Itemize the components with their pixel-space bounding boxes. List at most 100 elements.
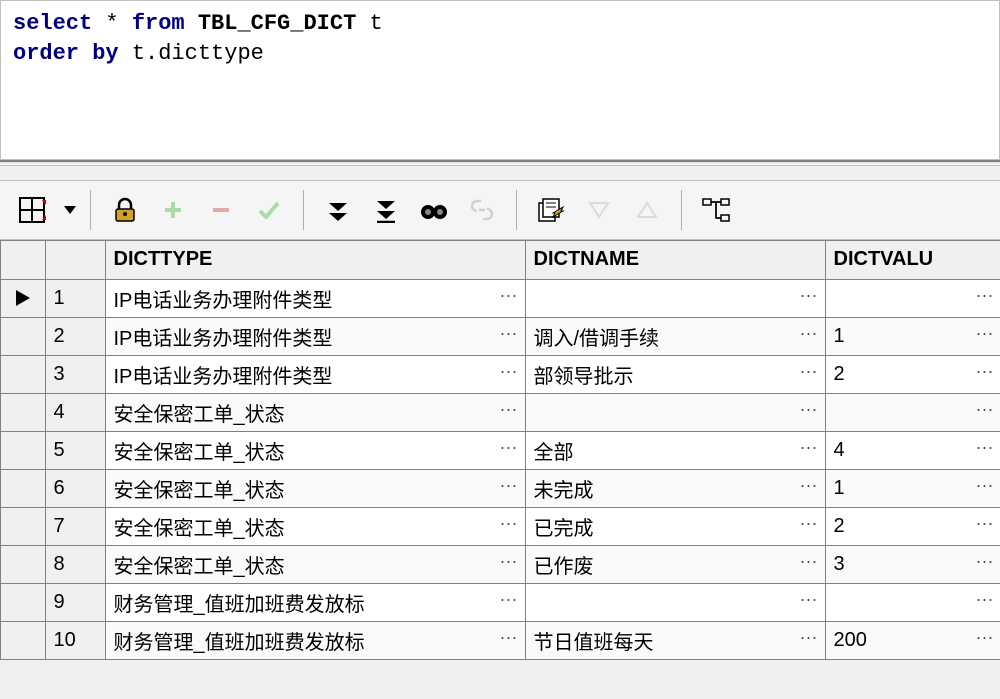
cell-dictname[interactable]: 部领导批示···: [525, 355, 825, 393]
cell-dictvalue[interactable]: 4···: [825, 431, 1000, 469]
cell-expand-button[interactable]: ···: [495, 286, 523, 310]
dropdown-arrow-icon[interactable]: [64, 206, 76, 214]
cell-dicttype[interactable]: IP电话业务办理附件类型···: [105, 317, 525, 355]
row-marker[interactable]: [1, 317, 45, 355]
cell-dictname[interactable]: 调入/借调手续···: [525, 317, 825, 355]
table-row[interactable]: 5安全保密工单_状态···全部···4···: [1, 431, 1000, 469]
col-header-dictname[interactable]: DICTNAME: [525, 241, 825, 279]
query-builder-button[interactable]: [696, 190, 736, 230]
cell-expand-button[interactable]: ···: [971, 324, 999, 348]
cell-dicttype[interactable]: 安全保密工单_状态···: [105, 431, 525, 469]
cell-dictvalue[interactable]: 2···: [825, 355, 1000, 393]
results-grid[interactable]: DICTTYPE DICTNAME DICTVALU 1IP电话业务办理附件类型…: [0, 240, 1000, 660]
cell-dictname[interactable]: 已完成···: [525, 507, 825, 545]
cell-dicttype[interactable]: 安全保密工单_状态···: [105, 507, 525, 545]
row-marker[interactable]: [1, 431, 45, 469]
cell-expand-button[interactable]: ···: [795, 590, 823, 614]
table-row[interactable]: 6安全保密工单_状态···未完成···1···: [1, 469, 1000, 507]
cell-dictname[interactable]: ···: [525, 583, 825, 621]
table-row[interactable]: 3IP电话业务办理附件类型···部领导批示···2···: [1, 355, 1000, 393]
table-row[interactable]: 10财务管理_值班加班费发放标···节日值班每天···200···: [1, 621, 1000, 659]
cell-dicttype[interactable]: IP电话业务办理附件类型···: [105, 279, 525, 317]
cell-dictname[interactable]: 全部···: [525, 431, 825, 469]
row-marker[interactable]: [1, 469, 45, 507]
cell-expand-button[interactable]: ···: [495, 438, 523, 462]
grid-view-button[interactable]: [12, 190, 52, 230]
row-marker[interactable]: [1, 393, 45, 431]
table-row[interactable]: 2IP电话业务办理附件类型···调入/借调手续···1···: [1, 317, 1000, 355]
cell-expand-button[interactable]: ···: [495, 628, 523, 652]
cell-text: 节日值班每天: [534, 626, 817, 655]
cell-expand-button[interactable]: ···: [495, 514, 523, 538]
export-button[interactable]: [531, 190, 571, 230]
cell-expand-button[interactable]: ···: [971, 476, 999, 500]
col-header-dictvalue[interactable]: DICTVALU: [825, 241, 1000, 279]
cell-expand-button[interactable]: ···: [971, 400, 999, 424]
row-marker[interactable]: [1, 583, 45, 621]
cell-expand-button[interactable]: ···: [795, 552, 823, 576]
row-marker[interactable]: [1, 545, 45, 583]
cell-expand-button[interactable]: ···: [495, 552, 523, 576]
sql-editor[interactable]: select * from TBL_CFG_DICT t order by t.…: [0, 0, 1000, 160]
row-number: 3: [45, 355, 105, 393]
row-marker[interactable]: [1, 507, 45, 545]
cell-expand-button[interactable]: ···: [795, 438, 823, 462]
table-row[interactable]: 7安全保密工单_状态···已完成···2···: [1, 507, 1000, 545]
cell-dictvalue[interactable]: 1···: [825, 317, 1000, 355]
fetch-all-button[interactable]: [366, 190, 406, 230]
cell-dicttype[interactable]: 安全保密工单_状态···: [105, 469, 525, 507]
cell-expand-button[interactable]: ···: [795, 286, 823, 310]
cell-expand-button[interactable]: ···: [795, 324, 823, 348]
cell-expand-button[interactable]: ···: [495, 362, 523, 386]
cell-dicttype[interactable]: 安全保密工单_状态···: [105, 393, 525, 431]
cell-expand-button[interactable]: ···: [971, 438, 999, 462]
cell-expand-button[interactable]: ···: [795, 362, 823, 386]
cell-dictvalue[interactable]: 1···: [825, 469, 1000, 507]
cell-expand-button[interactable]: ···: [795, 628, 823, 652]
cell-dictname[interactable]: 未完成···: [525, 469, 825, 507]
cell-dictname[interactable]: 已作废···: [525, 545, 825, 583]
cell-text: 已完成: [534, 512, 817, 541]
col-header-dicttype[interactable]: DICTTYPE: [105, 241, 525, 279]
table-row[interactable]: 1IP电话业务办理附件类型·········: [1, 279, 1000, 317]
cell-expand-button[interactable]: ···: [971, 362, 999, 386]
row-number: 1: [45, 279, 105, 317]
cell-expand-button[interactable]: ···: [795, 400, 823, 424]
lock-button[interactable]: [105, 190, 145, 230]
cell-expand-button[interactable]: ···: [971, 514, 999, 538]
sql-keyword: order by: [13, 41, 119, 66]
cell-dictvalue[interactable]: 200···: [825, 621, 1000, 659]
table-row[interactable]: 9财务管理_值班加班费发放标·········: [1, 583, 1000, 621]
cell-dictvalue[interactable]: 2···: [825, 507, 1000, 545]
cell-dicttype[interactable]: IP电话业务办理附件类型···: [105, 355, 525, 393]
cell-dictvalue[interactable]: ···: [825, 279, 1000, 317]
cell-dictname[interactable]: 节日值班每天···: [525, 621, 825, 659]
cell-dictvalue[interactable]: 3···: [825, 545, 1000, 583]
separator: [681, 190, 682, 230]
table-row[interactable]: 4安全保密工单_状态·········: [1, 393, 1000, 431]
cell-dicttype[interactable]: 财务管理_值班加班费发放标···: [105, 621, 525, 659]
cell-dictname[interactable]: ···: [525, 393, 825, 431]
cell-dicttype[interactable]: 财务管理_值班加班费发放标···: [105, 583, 525, 621]
cell-text: 全部: [534, 436, 817, 465]
cell-expand-button[interactable]: ···: [495, 476, 523, 500]
cell-expand-button[interactable]: ···: [495, 400, 523, 424]
cell-expand-button[interactable]: ···: [971, 286, 999, 310]
cell-expand-button[interactable]: ···: [795, 514, 823, 538]
row-marker[interactable]: [1, 621, 45, 659]
cell-expand-button[interactable]: ···: [971, 590, 999, 614]
cell-expand-button[interactable]: ···: [971, 628, 999, 652]
cell-expand-button[interactable]: ···: [795, 476, 823, 500]
row-marker[interactable]: [1, 355, 45, 393]
cell-dictvalue[interactable]: ···: [825, 393, 1000, 431]
cell-expand-button[interactable]: ···: [971, 552, 999, 576]
fetch-page-button[interactable]: [318, 190, 358, 230]
row-marker[interactable]: [1, 279, 45, 317]
cell-dictvalue[interactable]: ···: [825, 583, 1000, 621]
cell-expand-button[interactable]: ···: [495, 590, 523, 614]
cell-dictname[interactable]: ···: [525, 279, 825, 317]
find-button[interactable]: [414, 190, 454, 230]
cell-dicttype[interactable]: 安全保密工单_状态···: [105, 545, 525, 583]
table-row[interactable]: 8安全保密工单_状态···已作废···3···: [1, 545, 1000, 583]
cell-expand-button[interactable]: ···: [495, 324, 523, 348]
